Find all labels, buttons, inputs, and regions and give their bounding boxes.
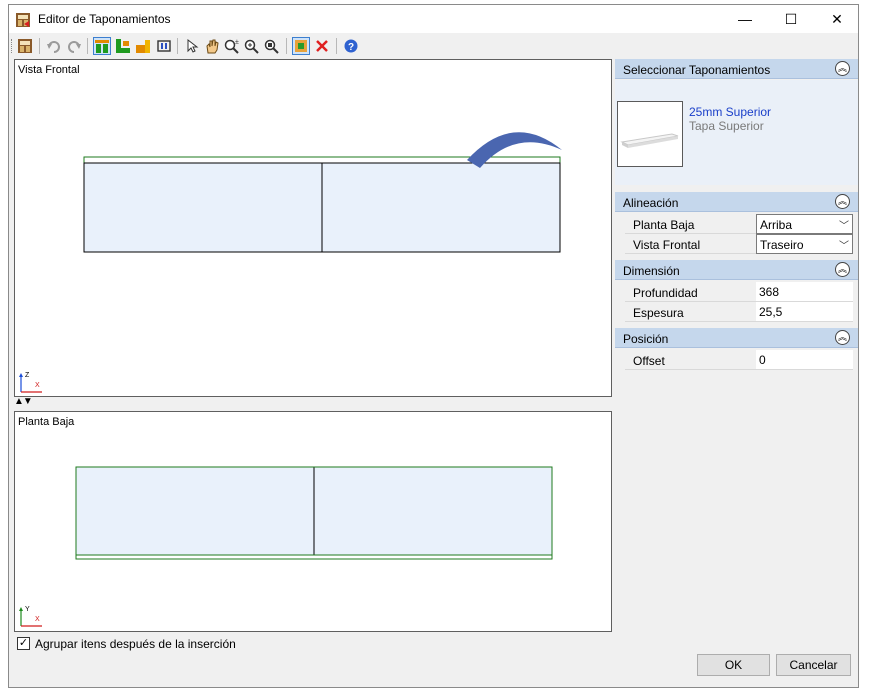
top-drawing xyxy=(75,466,553,560)
select-section-header[interactable]: Seleccionar Taponamientos ︽ xyxy=(615,59,858,79)
toolbar-separator xyxy=(336,38,337,54)
group-items-checkbox[interactable]: ✓ xyxy=(17,637,30,650)
offset-field[interactable]: 0 xyxy=(756,350,853,370)
toolbar: ± ? xyxy=(9,33,858,59)
select-value: Arriba xyxy=(760,218,793,232)
prop-label: Vista Frontal xyxy=(625,234,756,254)
espesura-field[interactable]: 25,5 xyxy=(756,302,853,322)
prop-row-espesura: Espesura 25,5 xyxy=(615,302,858,322)
planta-baja-select[interactable]: Arriba ﹀ xyxy=(756,214,853,234)
collapse-icon[interactable]: ︽ xyxy=(835,194,850,209)
front-drawing xyxy=(83,132,562,253)
editor-window: Editor de Taponamientos — ☐ ✕ ± ? Vista … xyxy=(8,4,859,688)
zoom-in-icon[interactable] xyxy=(243,37,261,55)
collapse-icon[interactable]: ︽ xyxy=(835,61,850,76)
maximize-button[interactable]: ☐ xyxy=(768,5,814,33)
chevron-down-icon[interactable]: ﹀ xyxy=(839,217,849,232)
side-view-icon[interactable] xyxy=(134,37,152,55)
view-3d-icon[interactable] xyxy=(155,37,173,55)
dimension-section-title: Dimensión xyxy=(623,264,680,278)
front-viewport[interactable]: Vista Frontal Z X xyxy=(14,59,612,397)
select-icon[interactable] xyxy=(183,37,201,55)
collapse-icon[interactable]: ︽ xyxy=(835,330,850,345)
close-button[interactable]: ✕ xyxy=(814,5,860,33)
posicion-section-title: Posición xyxy=(623,332,669,346)
posicion-section-header[interactable]: Posición ︽ xyxy=(615,328,858,348)
delete-icon[interactable] xyxy=(313,37,331,55)
prop-label: Profundidad xyxy=(625,282,756,302)
front-axis-icon xyxy=(19,373,42,393)
collapse-icon[interactable]: ︽ xyxy=(835,262,850,277)
select-section-title: Seleccionar Taponamientos xyxy=(623,63,771,77)
top-axis-v: Y xyxy=(25,606,30,613)
vista-frontal-select[interactable]: Traseiro ﹀ xyxy=(756,234,853,254)
cancel-button[interactable]: Cancelar xyxy=(776,654,851,676)
toolbar-separator xyxy=(286,38,287,54)
select-section-body: 25mm Superior Tapa Superior xyxy=(615,80,858,185)
prop-row-planta-baja: Planta Baja Arriba ﹀ xyxy=(615,214,858,234)
app-icon xyxy=(15,12,31,28)
toolbar-separator xyxy=(177,38,178,54)
prop-row-offset: Offset 0 xyxy=(615,350,858,370)
svg-text:?: ? xyxy=(348,42,354,53)
prop-row-profundidad: Profundidad 368 xyxy=(615,282,858,302)
svg-text:±: ± xyxy=(235,39,239,46)
prop-row-vista-frontal: Vista Frontal Traseiro ﹀ xyxy=(615,234,858,254)
top-viewport[interactable]: Planta Baja Y X xyxy=(14,411,612,632)
select-value: Traseiro xyxy=(760,238,804,252)
window-title: Editor de Taponamientos xyxy=(38,12,171,26)
redo-icon[interactable] xyxy=(65,37,83,55)
insert-icon[interactable] xyxy=(292,37,310,55)
toolbar-separator xyxy=(39,38,40,54)
zoom-window-icon[interactable] xyxy=(263,37,281,55)
toolbar-grip xyxy=(11,39,13,53)
top-axis-h: X xyxy=(35,616,40,623)
item-subtitle: Tapa Superior xyxy=(689,119,764,133)
viewport-splitter[interactable]: ▲▼ xyxy=(14,397,33,407)
editor-icon[interactable] xyxy=(16,37,34,55)
ok-button[interactable]: OK xyxy=(697,654,770,676)
top-view-icon[interactable] xyxy=(114,37,132,55)
item-title[interactable]: 25mm Superior xyxy=(689,105,771,119)
front-axis-v: Z xyxy=(25,372,30,379)
title-bar: Editor de Taponamientos — ☐ ✕ xyxy=(9,5,858,33)
chevron-down-icon[interactable]: ﹀ xyxy=(839,237,849,252)
item-thumbnail[interactable] xyxy=(617,101,683,167)
undo-icon[interactable] xyxy=(45,37,63,55)
minimize-button[interactable]: — xyxy=(722,5,768,33)
prop-label: Espesura xyxy=(625,302,756,322)
alineacion-section-title: Alineación xyxy=(623,196,679,210)
zoom-extents-icon[interactable]: ± xyxy=(223,37,241,55)
prop-label: Offset xyxy=(625,350,756,370)
front-axis-h: X xyxy=(35,382,40,389)
top-axis-icon xyxy=(19,607,42,627)
alineacion-section-header[interactable]: Alineación ︽ xyxy=(615,192,858,212)
front-view-icon[interactable] xyxy=(93,37,111,55)
help-icon[interactable]: ? xyxy=(342,37,360,55)
toolbar-separator xyxy=(87,38,88,54)
prop-label: Planta Baja xyxy=(625,214,756,234)
group-items-label: Agrupar itens después de la inserción xyxy=(35,637,236,651)
profundidad-field[interactable]: 368 xyxy=(756,282,853,302)
pan-icon[interactable] xyxy=(203,37,221,55)
dimension-section-header[interactable]: Dimensión ︽ xyxy=(615,260,858,280)
